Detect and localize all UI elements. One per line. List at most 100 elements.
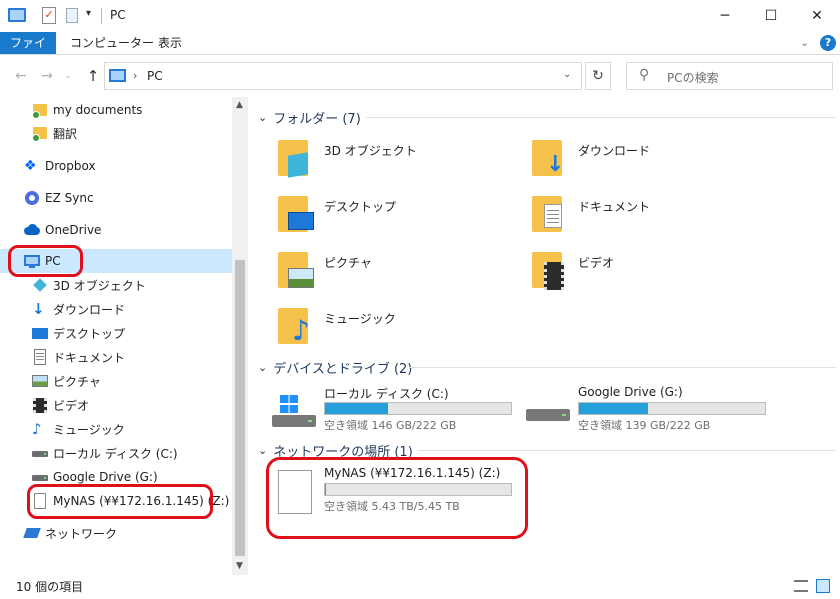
details-view-icon[interactable] [794,580,808,592]
expand-ribbon-icon[interactable]: ⌄ [800,36,809,49]
scroll-down-icon[interactable]: ▼ [236,561,243,571]
large-icons-view-icon[interactable] [816,579,830,593]
nav-item-documents[interactable]: ドキュメント [32,346,125,368]
folder-label: 3D オブジェクト [324,144,417,158]
folder-label: ダウンロード [578,144,651,158]
group-header-drives[interactable]: ⌄ デバイスとドライブ (2) [258,358,836,377]
nav-item-ez-sync[interactable]: EZ Sync [24,187,94,209]
nav-item-label: ダウンロード [53,302,126,317]
folder-label: デスクトップ [324,200,397,214]
search-box[interactable]: ⚲ PCの検索 [626,62,833,90]
highlight-mynas-nav [27,484,213,519]
chevron-down-icon: ⌄ [258,443,268,457]
nav-item-label: ピクチャ [53,374,101,389]
nav-item-onedrive[interactable]: OneDrive [24,219,101,241]
folder-videos[interactable]: ビデオ [532,248,762,298]
ribbon-divider [0,54,840,55]
folder-documents[interactable]: ドキュメント [532,192,762,242]
tab-file[interactable]: ファイル [0,32,56,72]
downloads-folder-icon: ↓ [532,140,568,180]
refresh-button[interactable]: ↻ [585,62,611,90]
properties-icon[interactable]: ✓ [42,7,56,24]
onedrive-icon [24,222,40,238]
new-folder-icon[interactable] [66,8,78,23]
drive-local-disk-c[interactable]: ローカル ディスク (C:) 空き領域 146 GB/222 GB [268,385,518,441]
nav-item-label: my documents [53,103,143,117]
back-button[interactable]: ← [10,62,32,90]
desktop-icon [32,325,48,341]
status-item-count: 10 個の項目 [16,580,84,594]
folder-label: ドキュメント [578,200,651,214]
folder-music[interactable]: ♪ ミュージック [278,304,508,354]
nav-item-label: ローカル ディスク (C:) [53,446,178,461]
help-icon[interactable]: ? [820,35,836,51]
scroll-up-icon[interactable]: ▲ [236,100,243,110]
nav-item-desktop[interactable]: デスクトップ [32,322,125,344]
nav-item-videos[interactable]: ビデオ [32,394,89,416]
folder-3d-objects[interactable]: 3D オブジェクト [278,136,508,186]
music-icon: ♪ [32,420,42,438]
drive-free-space: 空き領域 139 GB/222 GB [578,419,711,432]
title-separator [101,8,102,24]
nav-item-label: 翻訳 [53,126,78,141]
nav-item-local-disk-c[interactable]: ローカル ディスク (C:) [32,442,178,464]
minimize-button[interactable]: ─ [702,0,748,32]
nav-scrollbar-thumb[interactable] [235,260,245,556]
desktop-folder-icon [278,196,314,236]
up-button[interactable]: ↑ [82,62,104,90]
sync-folder-icon [32,125,48,142]
document-icon [32,349,48,365]
nav-item-downloads[interactable]: ↓ ダウンロード [32,298,125,320]
drive-icon [32,469,48,485]
folder-downloads[interactable]: ↓ ダウンロード [532,136,762,186]
customize-quick-access-icon[interactable]: ▾ [86,8,91,19]
breadcrumb-chevron-icon[interactable]: › [133,69,137,82]
search-placeholder: PCの検索 [667,71,719,85]
folder-pictures[interactable]: ピクチャ [278,248,508,298]
nav-item-network[interactable]: ネットワーク [23,522,117,544]
recent-locations-button[interactable]: ⌄ [60,62,76,90]
folder-label: ミュージック [324,312,396,326]
close-button[interactable]: ✕ [794,0,840,32]
ribbon-tabs: ファイル コンピューター 表示 ⌄ ? [0,32,840,72]
nav-item-translation[interactable]: 翻訳 [32,122,77,144]
drive-name: Google Drive (G:) [578,385,683,399]
title-bar: ✓ ▾ PC ─ ☐ ✕ [0,0,840,32]
nav-item-label: 3D オブジェクト [53,278,146,293]
folder-label: ビデオ [578,256,615,270]
nav-item-music[interactable]: ♪ ミュージック [32,418,125,440]
nav-item-dropbox[interactable]: ❖ Dropbox [24,155,96,177]
nav-item-pictures[interactable]: ピクチャ [32,370,101,392]
videos-folder-icon [532,252,568,292]
nav-item-label: ミュージック [53,422,125,437]
forward-button[interactable]: → [36,62,58,90]
maximize-button[interactable]: ☐ [748,0,794,32]
drive-usage-bar [324,402,512,415]
address-row: ← → ⌄ ↑ › PC ⌄ ↻ ⚲ PCの検索 [0,62,840,90]
folder-desktop[interactable]: デスクトップ [278,192,508,242]
nav-item-label: EZ Sync [45,191,94,205]
network-icon [23,525,41,541]
nav-item-3d-objects[interactable]: 3D オブジェクト [32,274,146,296]
group-header-folders[interactable]: ⌄ フォルダー (7) [258,108,836,127]
pc-icon [8,8,26,22]
windows-drive-icon [272,395,316,431]
search-icon: ⚲ [639,67,650,83]
chevron-down-icon: ⌄ [258,360,268,374]
breadcrumb-pc[interactable]: PC [147,69,163,83]
sync-folder-icon [32,102,48,119]
drive-usage-fill [325,403,389,414]
drive-google-drive-g[interactable]: Google Drive (G:) 空き領域 139 GB/222 GB [522,385,772,441]
address-bar[interactable]: › PC ⌄ [104,62,582,90]
nav-item-label: ドキュメント [53,350,126,365]
nav-item-label: ビデオ [53,398,90,413]
nav-item-my-documents[interactable]: my documents [32,99,142,121]
highlight-pc [8,245,83,277]
ezsync-icon [24,190,40,206]
address-dropdown-icon[interactable]: ⌄ [563,69,571,80]
tab-view[interactable]: 表示 [148,32,192,54]
chevron-down-icon: ⌄ [258,110,268,124]
pictures-folder-icon [278,252,314,292]
drive-icon [526,405,570,421]
group-header-label: フォルダー (7) [273,111,361,127]
